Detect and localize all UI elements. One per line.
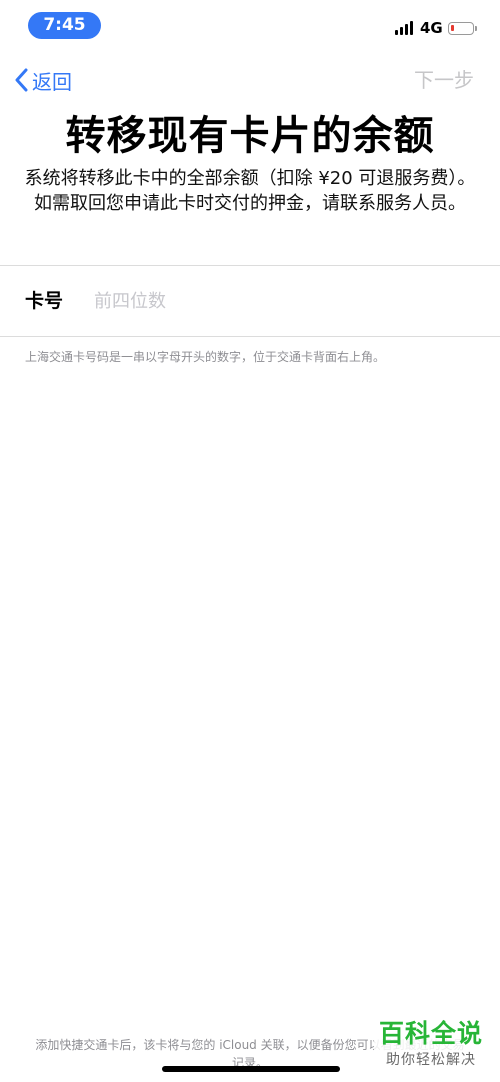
back-button-label: 返回 (32, 69, 72, 94)
status-bar: 7:45 4G (0, 0, 500, 56)
page-title: 转移现有卡片的余额 (65, 113, 435, 159)
card-number-row: 卡号 (0, 265, 500, 337)
network-type: 4G (420, 19, 443, 37)
description-text: 系统将转移此卡中的全部余额（扣除 ¥20 可退服务费）。如需取回您申请此卡时交付… (24, 168, 476, 214)
back-button[interactable]: 返回 (14, 66, 72, 94)
cellular-signal-icon (395, 21, 415, 35)
home-indicator[interactable] (162, 1066, 340, 1072)
navigation-bar: 返回 下一步 (0, 58, 500, 102)
card-number-input[interactable] (94, 284, 464, 318)
battery-icon (448, 22, 477, 35)
battery-level (451, 25, 454, 31)
watermark-subtitle: 助你轻松解决 (386, 1052, 476, 1068)
watermark-title: 百科全说 (378, 1019, 483, 1048)
next-step-button[interactable]: 下一步 (414, 66, 474, 94)
card-number-label: 卡号 (25, 290, 64, 312)
chevron-left-icon (15, 68, 28, 92)
status-time: 7:45 (28, 12, 101, 39)
watermark-logo: 百科全说 助你轻松解决 (374, 1018, 488, 1070)
card-number-hint: 上海交通卡号码是一串以字母开头的数字，位于交通卡背面右上角。 (25, 350, 386, 364)
